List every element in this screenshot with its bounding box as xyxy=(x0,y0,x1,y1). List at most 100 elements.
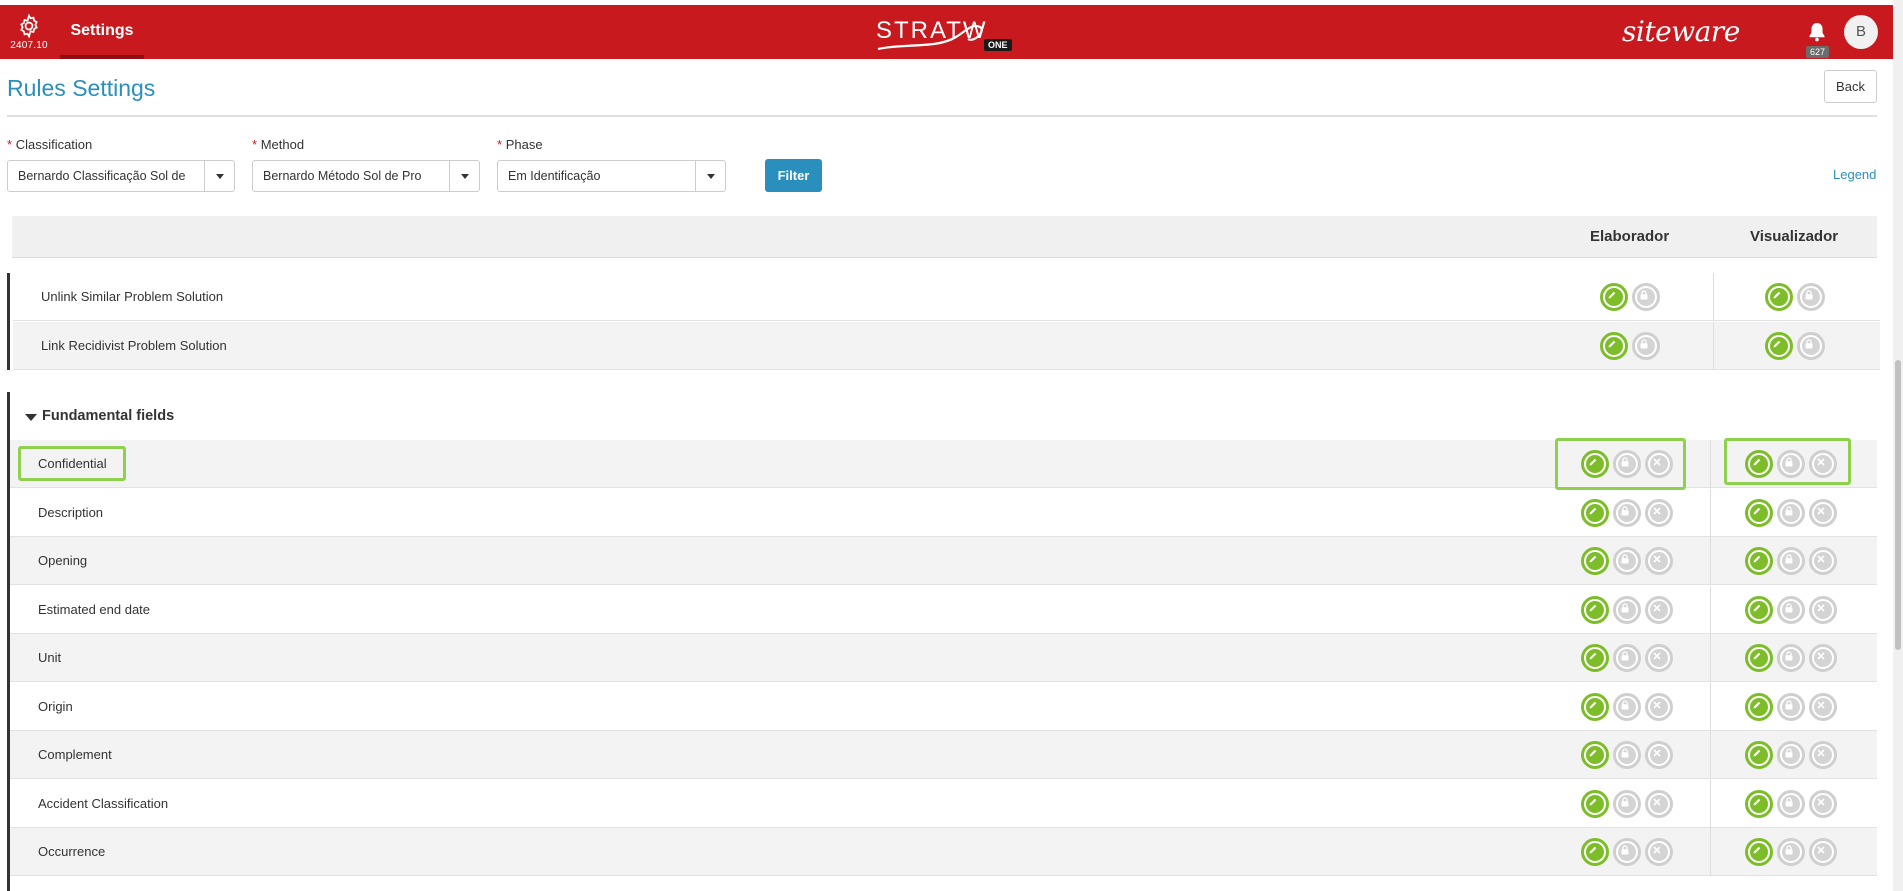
pencil-icon[interactable] xyxy=(1745,595,1773,624)
x-icon[interactable] xyxy=(1809,789,1837,818)
lock-icon[interactable] xyxy=(1777,644,1805,672)
phase-label-text: Phase xyxy=(505,137,543,152)
pencil-icon[interactable] xyxy=(1745,498,1773,527)
tab-settings[interactable]: Settings xyxy=(60,5,144,59)
pencil-icon[interactable] xyxy=(1581,595,1609,624)
table-row: Opening xyxy=(10,537,1877,585)
pencil-icon[interactable] xyxy=(1581,741,1609,769)
x-icon[interactable] xyxy=(1809,595,1837,624)
lock-icon[interactable] xyxy=(1613,838,1641,866)
table-row: Accident Classification xyxy=(10,779,1877,828)
pencil-icon[interactable] xyxy=(1765,332,1793,360)
classification-select[interactable]: Bernardo Classificação Sol de xyxy=(7,160,235,192)
pencil-icon[interactable] xyxy=(1581,789,1609,818)
filter-button[interactable]: Filter xyxy=(765,159,822,192)
lock-icon[interactable] xyxy=(1613,498,1641,527)
pencil-icon[interactable] xyxy=(1765,283,1793,311)
lock-icon[interactable] xyxy=(1613,547,1641,575)
x-icon[interactable] xyxy=(1809,741,1837,769)
column-elaborador: Elaborador xyxy=(1590,228,1670,245)
pencil-icon[interactable] xyxy=(1600,283,1628,311)
scrollbar-thumb[interactable] xyxy=(1895,360,1901,650)
table-row: Complement xyxy=(10,731,1877,779)
lock-icon[interactable] xyxy=(1797,332,1825,360)
lock-icon[interactable] xyxy=(1797,283,1825,311)
required-mark: * xyxy=(252,137,258,152)
settings-menu-button[interactable]: 2407.10 xyxy=(8,13,50,57)
lock-icon[interactable] xyxy=(1613,741,1641,769)
phase-select[interactable]: Em Identificação xyxy=(497,160,726,192)
lock-icon[interactable] xyxy=(1613,595,1641,624)
brand-logo: siteware xyxy=(1622,15,1740,48)
user-avatar[interactable]: B xyxy=(1844,15,1878,49)
column-divider xyxy=(1710,828,1711,876)
column-divider xyxy=(1710,440,1711,488)
pencil-icon[interactable] xyxy=(1745,692,1773,721)
strategy-logo: STRATW ONE xyxy=(876,13,1016,55)
pencil-icon[interactable] xyxy=(1581,692,1609,721)
chevron-down-icon[interactable] xyxy=(695,161,725,191)
x-icon[interactable] xyxy=(1809,838,1837,866)
lock-icon[interactable] xyxy=(1777,741,1805,769)
x-icon[interactable] xyxy=(1645,644,1673,672)
method-select[interactable]: Bernardo Método Sol de Pro xyxy=(252,160,480,192)
lock-icon[interactable] xyxy=(1777,595,1805,624)
pencil-icon[interactable] xyxy=(1581,498,1609,527)
lock-icon[interactable] xyxy=(1613,789,1641,818)
app-version: 2407.10 xyxy=(10,40,48,51)
x-icon[interactable] xyxy=(1645,789,1673,818)
logo-swoosh-icon xyxy=(877,24,983,51)
phase-value: Em Identificação xyxy=(508,169,601,183)
table-row: Estimated end date xyxy=(10,585,1877,634)
chevron-down-icon[interactable] xyxy=(204,161,234,191)
x-icon[interactable] xyxy=(1645,838,1673,866)
x-icon[interactable] xyxy=(1645,595,1673,624)
lock-icon[interactable] xyxy=(1777,498,1805,527)
column-divider xyxy=(1713,273,1714,321)
lock-icon[interactable] xyxy=(1632,283,1660,311)
logo-badge: ONE xyxy=(984,39,1012,51)
lock-icon[interactable] xyxy=(1777,547,1805,575)
lock-icon[interactable] xyxy=(1613,644,1641,672)
pencil-icon[interactable] xyxy=(1745,547,1773,575)
chevron-down-icon[interactable] xyxy=(449,161,479,191)
lock-icon[interactable] xyxy=(1613,692,1641,721)
pencil-icon[interactable] xyxy=(1745,644,1773,672)
column-divider xyxy=(1710,585,1711,634)
x-icon[interactable] xyxy=(1809,644,1837,672)
table-row: Origin xyxy=(10,682,1877,731)
notification-count-badge: 627 xyxy=(1806,46,1830,58)
lock-icon[interactable] xyxy=(1777,838,1805,866)
method-label-text: Method xyxy=(260,137,305,152)
pencil-icon[interactable] xyxy=(1581,644,1609,672)
required-mark: * xyxy=(7,137,13,152)
bell-icon[interactable] xyxy=(1805,19,1829,45)
pencil-icon[interactable] xyxy=(1581,838,1609,866)
back-button[interactable]: Back xyxy=(1824,70,1877,103)
classification-label: * Classification xyxy=(7,137,92,152)
x-icon[interactable] xyxy=(1645,692,1673,721)
pencil-icon[interactable] xyxy=(1745,838,1773,866)
pencil-icon[interactable] xyxy=(1600,332,1628,360)
x-icon[interactable] xyxy=(1645,741,1673,769)
x-icon[interactable] xyxy=(1809,498,1837,527)
collapse-caret-icon[interactable] xyxy=(25,414,37,421)
page-title: Rules Settings xyxy=(7,75,156,101)
pencil-icon[interactable] xyxy=(1581,547,1609,575)
pencil-icon[interactable] xyxy=(1745,789,1773,818)
row-label: Unlink Similar Problem Solution xyxy=(41,289,224,304)
classification-label-text: Classification xyxy=(15,137,93,152)
legend-link[interactable]: Legend xyxy=(1833,167,1876,182)
required-mark: * xyxy=(497,137,503,152)
x-icon[interactable] xyxy=(1809,692,1837,721)
x-icon[interactable] xyxy=(1645,498,1673,527)
x-icon[interactable] xyxy=(1645,547,1673,575)
pencil-icon[interactable] xyxy=(1745,741,1773,769)
x-icon[interactable] xyxy=(1809,547,1837,575)
lock-icon[interactable] xyxy=(1777,789,1805,818)
lock-icon[interactable] xyxy=(1777,692,1805,721)
lock-icon[interactable] xyxy=(1632,332,1660,360)
phase-label: * Phase xyxy=(497,137,543,152)
section-title[interactable]: Fundamental fields xyxy=(42,408,174,424)
highlight-visualizador-icons xyxy=(1724,438,1851,485)
